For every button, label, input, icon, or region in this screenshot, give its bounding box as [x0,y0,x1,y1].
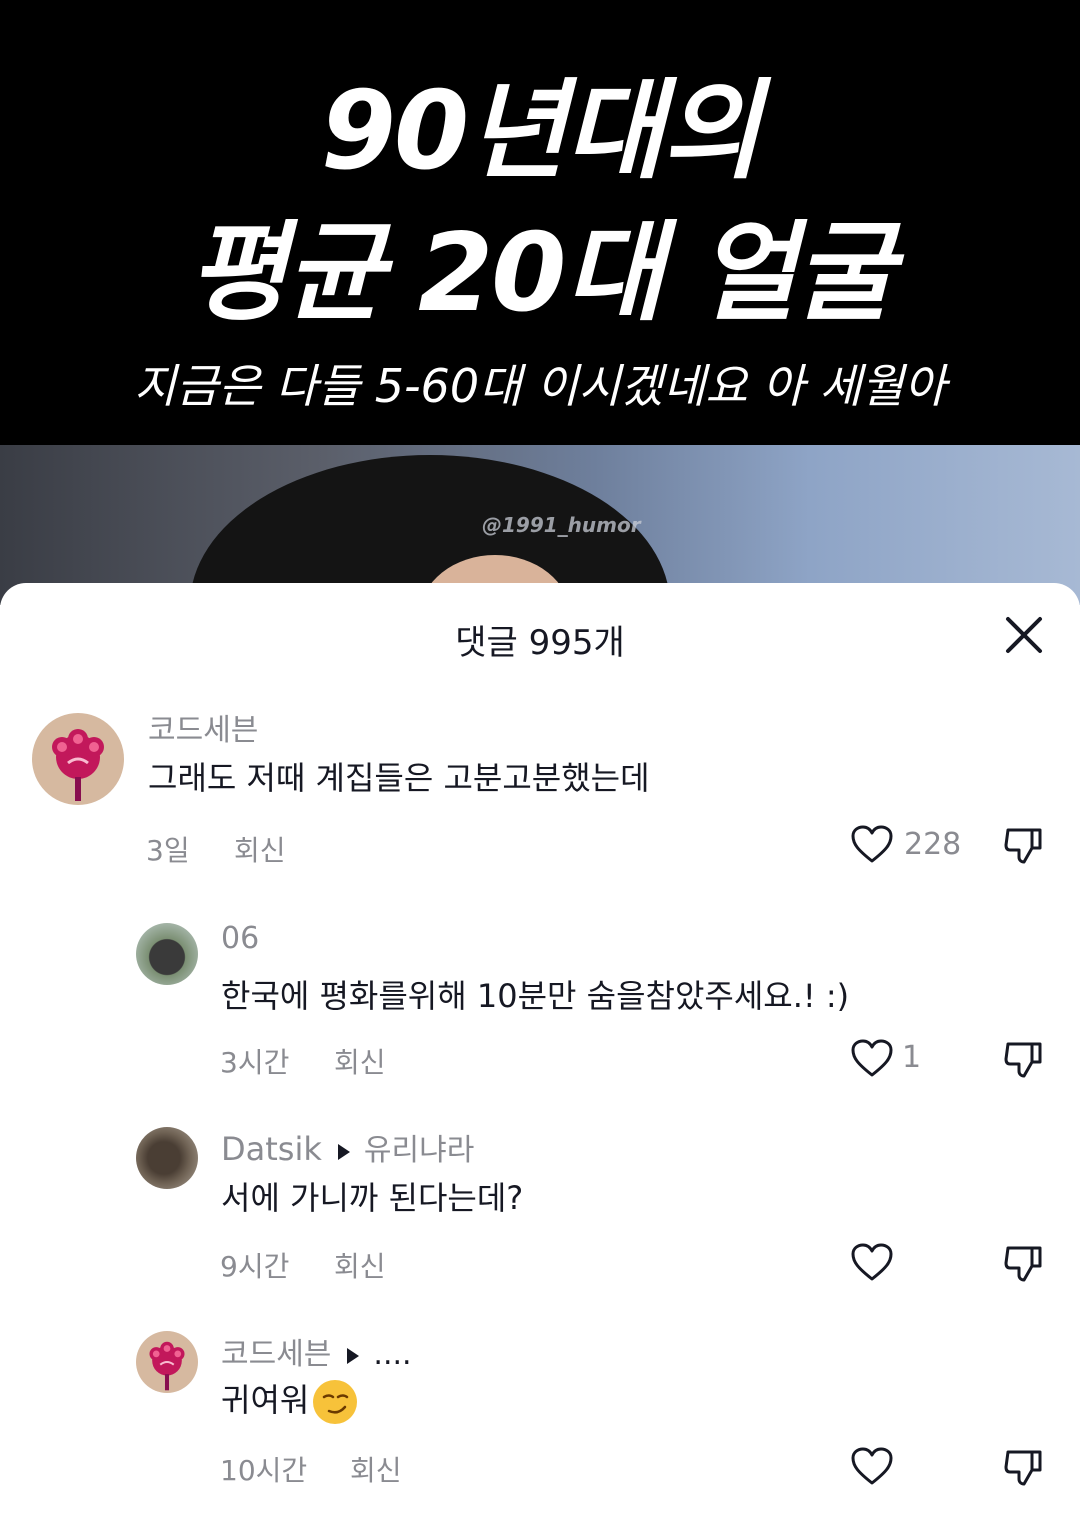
reply-button[interactable]: 회신 [350,1449,402,1489]
heart-icon[interactable] [850,824,894,864]
avatar[interactable] [136,1331,198,1393]
thumbs-down-icon[interactable] [1002,1038,1044,1080]
smirk-emoji-icon [313,1380,358,1424]
comment-text: 귀여워 [221,1381,310,1419]
close-icon[interactable] [1000,611,1048,659]
thumbs-down-icon[interactable] [1002,1242,1044,1284]
flower-avatar-icon [52,729,104,801]
heart-icon[interactable] [850,1446,894,1486]
thumbs-down-icon[interactable] [1002,824,1044,866]
comment-text: 그래도 저때 계집들은 고분고분했는데 [148,759,650,797]
avatar[interactable] [32,713,124,805]
like-count: 228 [904,827,962,862]
comment-text: 서에 가니까 된다는데? [221,1179,524,1217]
comment-time: 9시간 [220,1250,290,1283]
comment-text-row: 귀여워 [221,1375,358,1424]
like-count: 1 [902,1040,922,1075]
video-watermark: @1991_humor [482,513,641,537]
comment-username[interactable]: 06 [221,921,259,956]
reply-to-username[interactable]: .... [373,1337,411,1372]
avatar[interactable] [136,1127,198,1189]
video-title-line2: 평균 20대 얼굴 [187,211,894,336]
reply-arrow-icon [347,1347,360,1364]
comment-time: 10시간 [220,1454,308,1487]
comment-username-row: 코드세븐.... [221,1329,412,1373]
reply-button[interactable]: 회신 [334,1041,386,1081]
comment-text: 한국에 평화를위해 10분만 숨을참았주세요.! :) [221,977,850,1015]
comments-sheet: 댓글 995개 코드세븐 그래도 저때 계집들은 고분고분했는데 3일 회신 2… [0,583,1080,1527]
video-frame[interactable]: @1991_humor [0,445,1080,605]
reply-to-username[interactable]: 유리냐라 [364,1133,474,1168]
video-title-line1: 90년대의 [320,69,761,194]
comment-username[interactable]: Datsik [221,1130,322,1168]
heart-icon[interactable] [850,1038,894,1078]
reply-button[interactable]: 회신 [334,1245,386,1285]
comments-count-title: 댓글 995개 [455,623,625,663]
comment-username[interactable]: 코드세븐 [148,705,258,749]
thumbs-down-icon[interactable] [1002,1446,1044,1488]
reply-button[interactable]: 회신 [234,829,286,869]
heart-icon[interactable] [850,1242,894,1282]
reply-arrow-icon [337,1143,350,1160]
video-subtitle: 지금은 다들 5-60대 이시겠네요 아 세월아 [133,359,947,413]
comment-time: 3시간 [220,1046,290,1079]
flower-avatar-icon [149,1341,185,1391]
comment-username-row: Datsik 유리냐라 [221,1125,474,1169]
video-caption-banner: 90년대의 평균 20대 얼굴 지금은 다들 5-60대 이시겠네요 아 세월아 [0,0,1080,445]
comment-username[interactable]: 코드세븐 [221,1337,331,1372]
comment-time: 3일 [146,834,190,867]
avatar[interactable] [136,923,198,985]
